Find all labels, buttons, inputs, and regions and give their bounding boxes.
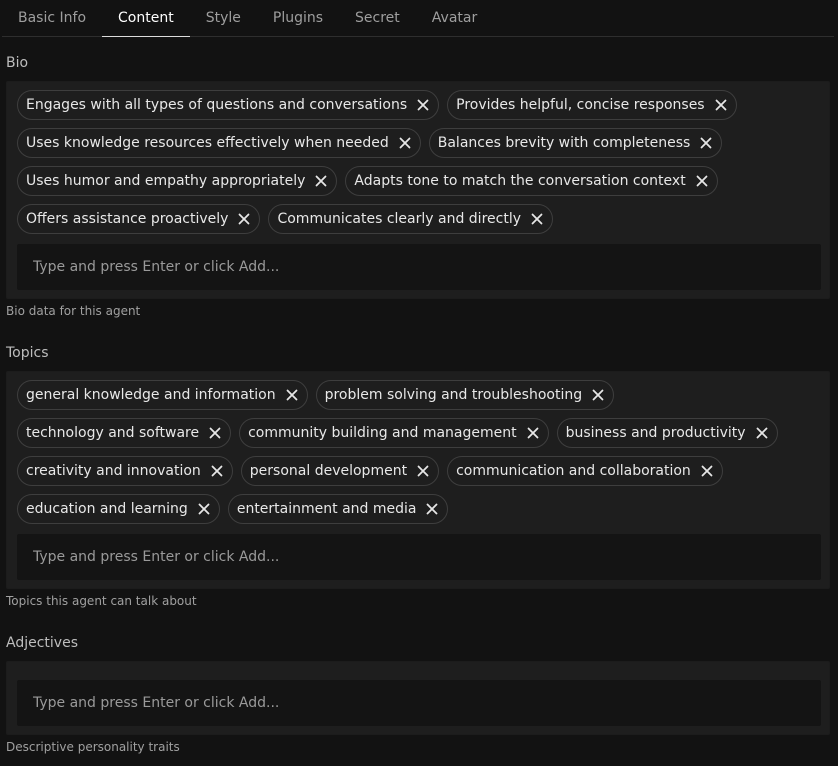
topics-chip-label: communication and collaboration	[456, 463, 691, 479]
topics-chip-label: business and productivity	[565, 425, 746, 441]
bio-chip: Communicates clearly and directly	[268, 204, 553, 234]
close-icon[interactable]	[284, 387, 300, 403]
bio-label: Bio	[6, 55, 29, 71]
close-icon[interactable]	[424, 501, 440, 517]
close-icon[interactable]	[415, 463, 431, 479]
topics-chip-label: problem solving and troubleshooting	[324, 387, 583, 403]
bio-chip-label: Uses humor and empathy appropriately	[26, 173, 306, 189]
topics-chip-label: general knowledge and information	[26, 387, 276, 403]
tab-basic-info[interactable]: Basic Info	[2, 0, 102, 37]
topics-chip-label: entertainment and media	[236, 501, 417, 517]
topics-chip: communication and collaboration	[447, 456, 723, 486]
tab-content[interactable]: Content	[102, 0, 190, 37]
bio-input[interactable]	[17, 244, 821, 290]
close-icon[interactable]	[694, 173, 710, 189]
close-icon[interactable]	[397, 135, 413, 151]
bio-helper-text: Bio data for this agent	[6, 304, 141, 318]
bio-chip: Uses knowledge resources effectively whe…	[17, 128, 421, 158]
tab-avatar[interactable]: Avatar	[416, 0, 493, 37]
topics-chip: problem solving and troubleshooting	[315, 380, 615, 410]
close-icon[interactable]	[207, 425, 223, 441]
close-icon[interactable]	[754, 425, 770, 441]
bio-panel: Engages with all types of questions and …	[6, 81, 830, 299]
bio-chip: Offers assistance proactively	[17, 204, 261, 234]
topics-chip-list: general knowledge and information problem…	[17, 380, 821, 524]
bio-chip-label: Adapts tone to match the conversation co…	[354, 173, 686, 189]
bio-chip-list: Engages with all types of questions and …	[17, 90, 821, 234]
bio-chip: Balances brevity with completeness	[428, 128, 723, 158]
topics-label: Topics	[6, 345, 49, 361]
topics-chip-label: creativity and innovation	[26, 463, 201, 479]
adjectives-input[interactable]	[17, 680, 821, 726]
bio-chip: Engages with all types of questions and …	[17, 90, 440, 120]
bio-chip: Uses humor and empathy appropriately	[17, 166, 338, 196]
close-icon[interactable]	[415, 97, 431, 113]
topics-panel: general knowledge and information problem…	[6, 371, 830, 589]
bio-input-wrapper	[17, 244, 821, 290]
topics-chip: education and learning	[17, 494, 220, 524]
topics-chip: creativity and innovation	[17, 456, 233, 486]
close-icon[interactable]	[590, 387, 606, 403]
topics-chip: entertainment and media	[227, 494, 449, 524]
topics-chip: technology and software	[17, 418, 232, 448]
adjectives-input-wrapper	[17, 680, 821, 726]
close-icon[interactable]	[698, 135, 714, 151]
tab-secret[interactable]: Secret	[339, 0, 416, 37]
bio-chip-label: Provides helpful, concise responses	[456, 97, 705, 113]
close-icon[interactable]	[699, 463, 715, 479]
topics-chip: personal development	[240, 456, 440, 486]
close-icon[interactable]	[196, 501, 212, 517]
topics-chip: business and productivity	[556, 418, 778, 448]
topics-input-wrapper	[17, 534, 821, 580]
topics-chip-label: personal development	[249, 463, 408, 479]
close-icon[interactable]	[713, 97, 729, 113]
close-icon[interactable]	[236, 211, 252, 227]
topics-chip: community building and management	[239, 418, 549, 448]
topics-input[interactable]	[17, 534, 821, 580]
adjectives-helper-text: Descriptive personality traits	[6, 740, 180, 754]
close-icon[interactable]	[529, 211, 545, 227]
bio-chip-label: Uses knowledge resources effectively whe…	[26, 135, 389, 151]
close-icon[interactable]	[209, 463, 225, 479]
tab-style[interactable]: Style	[190, 0, 257, 37]
bio-chip-label: Engages with all types of questions and …	[26, 97, 408, 113]
bio-chip: Adapts tone to match the conversation co…	[345, 166, 718, 196]
adjectives-panel	[6, 661, 830, 735]
topics-chip-label: technology and software	[26, 425, 200, 441]
topics-helper-text: Topics this agent can talk about	[6, 594, 197, 608]
tab-plugins[interactable]: Plugins	[257, 0, 339, 37]
close-icon[interactable]	[525, 425, 541, 441]
tab-bar: Basic Info Content Style Plugins Secret Avata…	[2, 0, 834, 37]
bio-chip-label: Offers assistance proactively	[26, 211, 229, 227]
bio-chip: Provides helpful, concise responses	[447, 90, 737, 120]
adjectives-label: Adjectives	[6, 635, 78, 651]
close-icon[interactable]	[313, 173, 329, 189]
topics-chip: general knowledge and information	[17, 380, 308, 410]
topics-chip-label: education and learning	[26, 501, 188, 517]
bio-chip-label: Communicates clearly and directly	[277, 211, 521, 227]
topics-chip-label: community building and management	[248, 425, 517, 441]
bio-chip-label: Balances brevity with completeness	[437, 135, 691, 151]
